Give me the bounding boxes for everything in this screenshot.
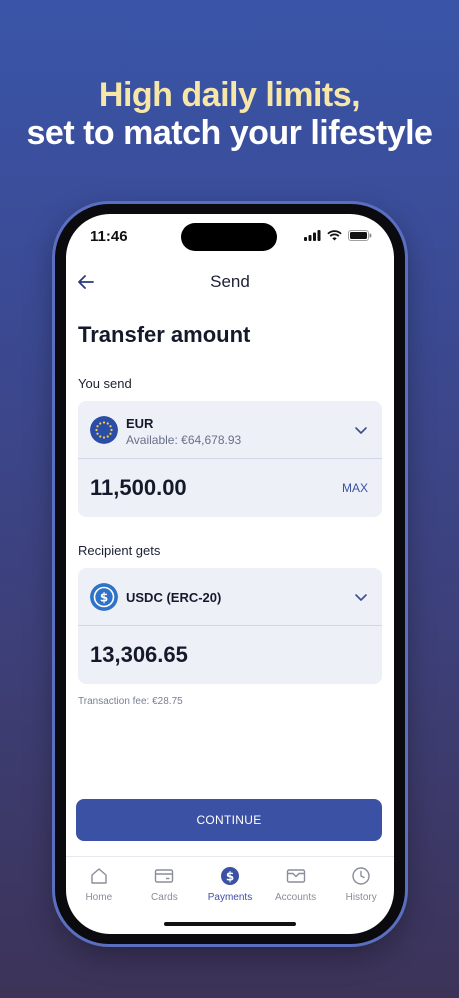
- you-send-currency: EUR: [126, 416, 154, 431]
- card-icon: [155, 869, 174, 883]
- continue-button[interactable]: CONTINUE: [76, 799, 382, 841]
- phone-screen: 11:46 Send Transfer amount You send EUR …: [66, 214, 394, 934]
- status-icons: [304, 230, 372, 241]
- headline-line-2: set to match your lifestyle: [26, 114, 433, 152]
- tab-home-label: Home: [85, 892, 113, 903]
- wifi-icon: [327, 230, 342, 241]
- you-send-amount[interactable]: 11,500.00: [90, 475, 187, 501]
- tab-history-label: History: [345, 892, 377, 903]
- max-button[interactable]: MAX: [342, 481, 368, 495]
- signal-icon: [304, 230, 321, 241]
- tab-bar-divider: [66, 856, 394, 857]
- home-indicator: [164, 922, 296, 926]
- dynamic-island: [181, 223, 277, 251]
- you-send-amount-field[interactable]: 11,500.00 MAX: [78, 459, 382, 517]
- you-send-card: EUR Available: €64,678.93 11,500.00 MAX: [78, 401, 382, 517]
- tab-payments[interactable]: $ Payments: [197, 866, 263, 912]
- page-title: Transfer amount: [78, 322, 251, 347]
- chevron-down-icon[interactable]: [354, 590, 368, 604]
- tab-bar: Home Cards $ Payments Accounts History: [66, 866, 394, 912]
- tab-cards[interactable]: Cards: [132, 866, 198, 912]
- recipient-gets-card: $ USDC (ERC-20) 13,306.65: [78, 568, 382, 684]
- svg-text:$: $: [100, 591, 108, 605]
- clock-icon: [352, 867, 370, 885]
- app-bar-title: Send: [210, 272, 250, 291]
- battery-icon: [348, 230, 372, 241]
- tab-home[interactable]: Home: [66, 866, 132, 912]
- status-bar: 11:46: [66, 214, 394, 260]
- recipient-amount: 13,306.65: [90, 642, 188, 667]
- transaction-fee: Transaction fee: €28.75: [78, 696, 183, 707]
- euro-flag-icon: [90, 416, 118, 444]
- svg-text:$: $: [226, 869, 234, 883]
- recipient-currency: USDC (ERC-20): [126, 590, 222, 605]
- headline: High daily limits, set to match your lif…: [0, 76, 459, 152]
- tab-cards-label: Cards: [151, 892, 178, 903]
- you-send-label: You send: [78, 376, 132, 391]
- tab-history[interactable]: History: [328, 866, 394, 912]
- usdc-icon: $: [90, 583, 118, 611]
- status-time: 11:46: [90, 228, 128, 245]
- dollar-icon: $: [220, 867, 239, 885]
- home-icon: [91, 868, 107, 884]
- app-bar: Send: [66, 270, 394, 294]
- tab-accounts-label: Accounts: [275, 892, 317, 903]
- you-send-currency-select[interactable]: EUR Available: €64,678.93: [78, 401, 382, 459]
- tab-accounts[interactable]: Accounts: [263, 866, 329, 912]
- wallet-icon: [286, 869, 305, 883]
- headline-line-1: High daily limits,: [98, 76, 361, 114]
- available-balance: Available: €64,678.93: [126, 433, 242, 447]
- recipient-amount-field: 13,306.65: [78, 626, 382, 684]
- recipient-currency-select[interactable]: $ USDC (ERC-20): [78, 568, 382, 626]
- chevron-down-icon[interactable]: [354, 423, 368, 437]
- recipient-gets-label: Recipient gets: [78, 543, 161, 558]
- tab-payments-label: Payments: [207, 892, 253, 903]
